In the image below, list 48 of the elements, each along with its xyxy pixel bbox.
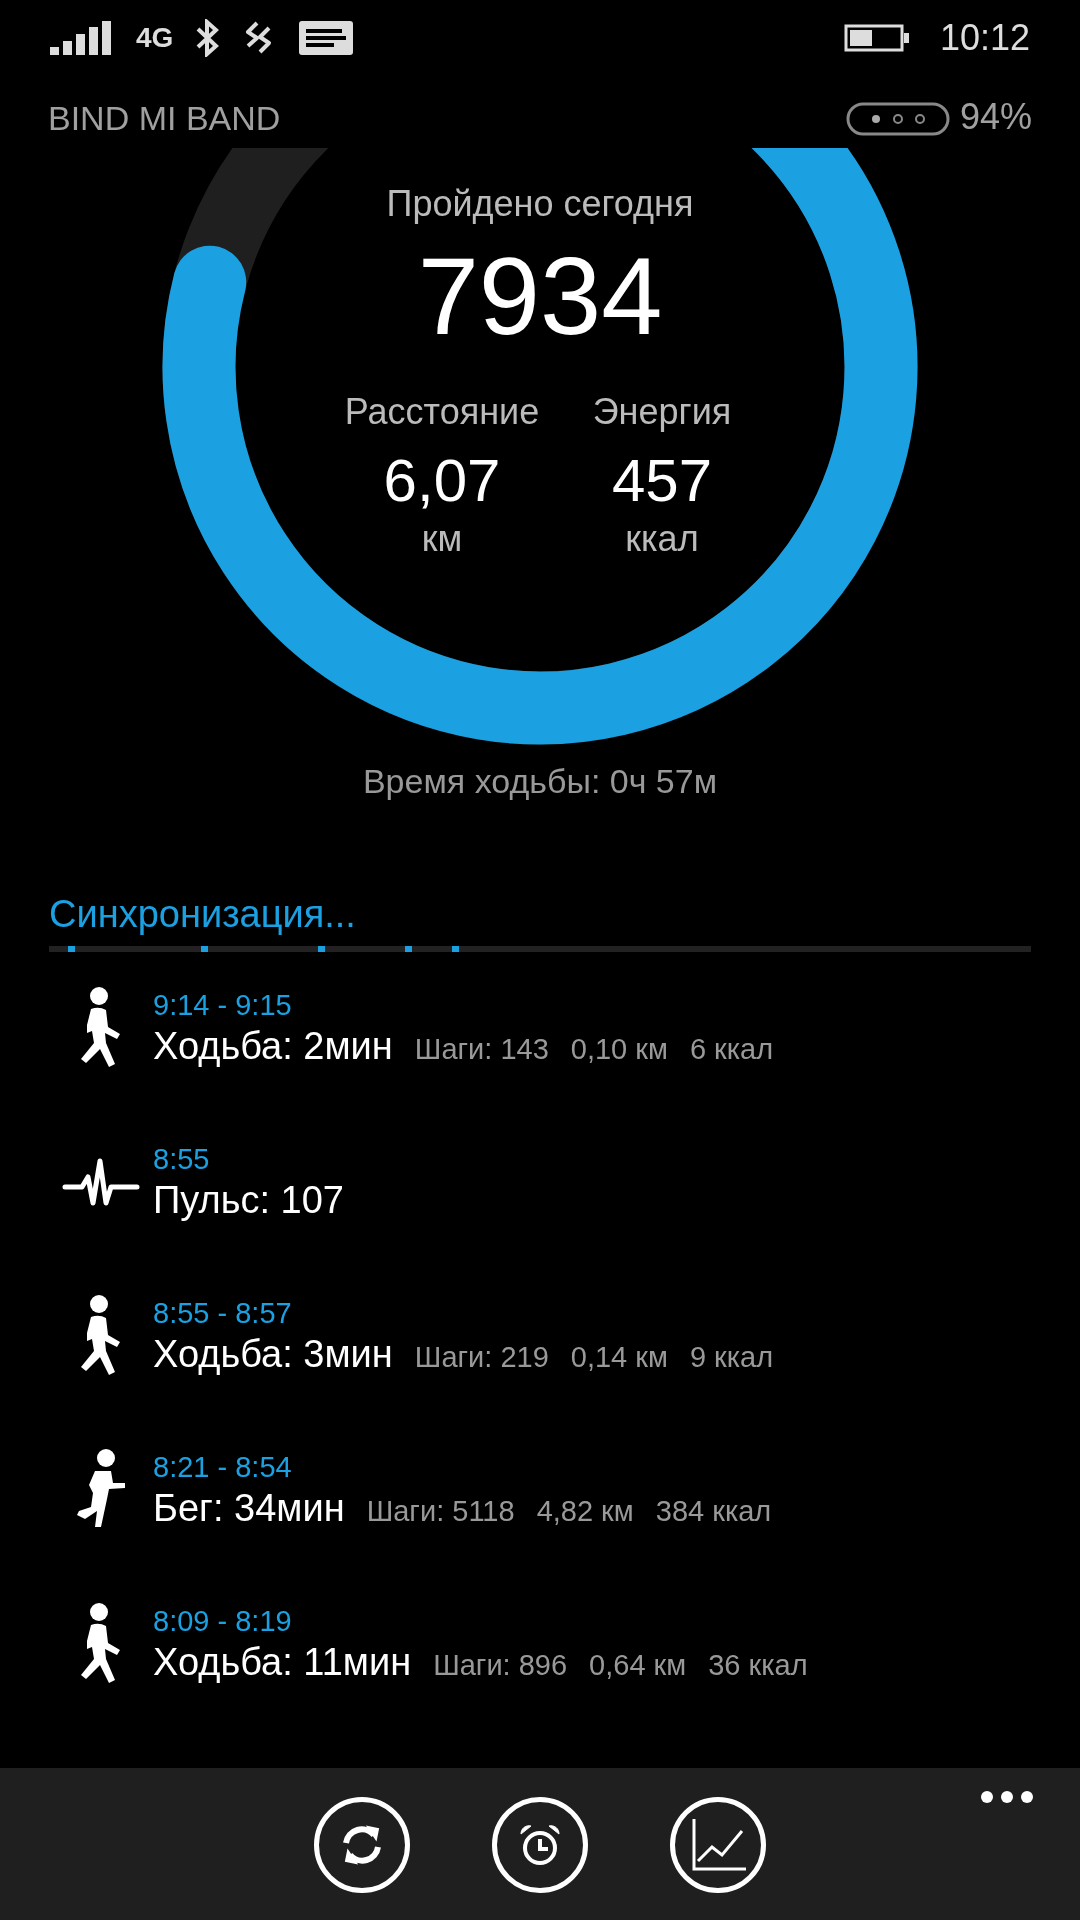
stat-unit: ккал [625,517,699,561]
activity-time: 9:14 - 9:15 [153,988,292,1023]
stat-label: Расстояние [344,390,540,434]
clock-time: 10:12 [939,15,1030,60]
message-icon [299,20,354,55]
activity-detail: 6 ккал [689,1032,774,1067]
activity-title: Бег: 34мин [153,1486,345,1531]
stat-value: 457 [611,449,713,513]
stat-value: 6,07 [383,449,501,513]
alarm-button[interactable] [492,1797,588,1893]
activity-title: Ходьба: 2мин [153,1024,393,1069]
activity-time: 8:09 - 8:19 [153,1604,292,1639]
activity-detail: 0,64 км [589,1648,687,1683]
steps-label: Пройдено сегодня [386,182,694,226]
activity-time: 8:55 [153,1142,210,1177]
app-title: BIND MI BAND [48,98,281,139]
pulse-icon [61,1157,140,1207]
activity-detail: 36 ккал [708,1648,808,1683]
activity-detail: Шаги: 5118 [366,1494,515,1529]
activity-detail: 384 ккал [655,1494,772,1529]
activity-detail: 0,10 км [570,1032,668,1067]
band-icon [845,102,950,136]
walk-time: Время ходьбы: 0ч 57м [362,761,718,802]
activity-title: Ходьба: 11мин [153,1640,412,1685]
activity-detail: 4,82 км [536,1494,634,1529]
battery-icon [843,23,910,52]
more-icon[interactable] [980,1790,1034,1804]
sync-status: Синхронизация... [49,892,357,937]
activity-detail: 9 ккал [689,1340,774,1375]
activity-detail: Шаги: 896 [433,1648,568,1683]
line-chart-icon [690,1817,746,1873]
steps-count: 7934 [417,236,663,356]
signal-icon [50,20,112,55]
activity-time: 8:55 - 8:57 [153,1296,292,1331]
activity-title: Пульс: 107 [153,1178,344,1223]
alarm-clock-icon [517,1822,563,1868]
stat-unit: км [421,517,463,561]
activity-detail: Шаги: 219 [414,1340,549,1375]
network-type: 4G [136,20,174,55]
activity-detail: Шаги: 143 [414,1032,549,1067]
activity-time: 8:21 - 8:54 [153,1450,292,1485]
activity-detail: 0,14 км [570,1340,668,1375]
stat-label: Энергия [592,390,732,434]
activity-title: Ходьба: 3мин [153,1332,393,1377]
sync-button[interactable] [314,1797,410,1893]
chart-button[interactable] [670,1797,766,1893]
sync-icon [340,1823,384,1867]
band-battery: 94% [959,95,1032,139]
